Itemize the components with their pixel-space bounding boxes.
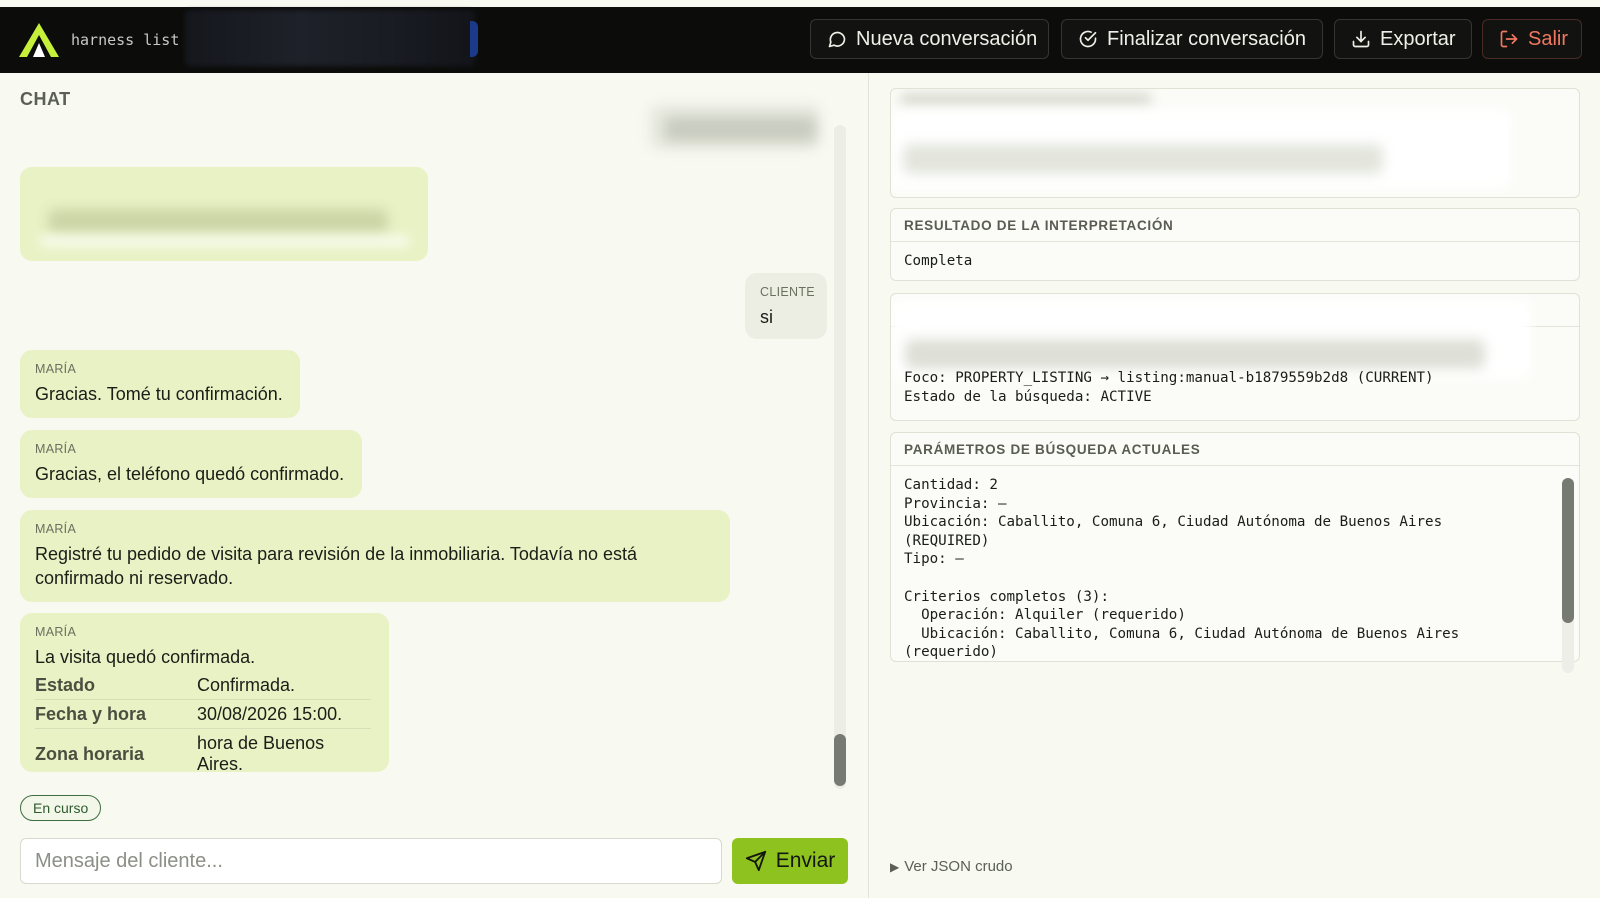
send-icon: [745, 850, 766, 872]
finish-conversation-button[interactable]: Finalizar conversación: [1061, 19, 1323, 59]
interpretation-card: RESULTADO DE LA INTERPRETACIÓN Completa: [890, 208, 1580, 281]
detail-value: hora de Buenos Aires.: [197, 733, 325, 774]
logout-label: Salir: [1528, 27, 1569, 50]
message-sender: MARÍA: [35, 522, 77, 536]
detail-key: Fecha y hora: [35, 699, 197, 729]
interpretation-result: Completa: [904, 253, 973, 269]
param-line: Cantidad: 2: [904, 477, 998, 493]
redacted-area: [185, 10, 475, 66]
param-line: (REQUIRED): [904, 532, 990, 549]
context-card: Foco: PROPERTY_LISTING → listing:manual-…: [890, 293, 1580, 421]
send-button[interactable]: Enviar: [732, 838, 848, 884]
redacted-card-text: [905, 339, 1485, 369]
param-line: [904, 569, 1566, 588]
search-params-body: Cantidad: 2 Provincia: — Ubicación: Caball…: [891, 466, 1579, 661]
download-icon: [1352, 30, 1370, 48]
detail-value: 30/08/2026 15:00.: [197, 699, 371, 729]
redacted-card-title: [901, 93, 1151, 107]
redacted-card-text: [903, 144, 1383, 174]
context-line: Estado de la búsqueda: ACTIVE: [904, 388, 1152, 405]
app-name: harness list: [71, 31, 180, 49]
chat-bubble-icon: [828, 31, 846, 48]
top-bar: harness list Nueva conversación Finaliza…: [0, 7, 1600, 73]
search-params-card: PARÁMETROS DE BÚSQUEDA ACTUALES Cantidad…: [890, 432, 1580, 662]
param-line: Ubicación: Caballito, Comuna 6, Ciudad A…: [904, 625, 1460, 642]
table-row: Estado Confirmada.: [35, 671, 371, 700]
redacted-edge: [470, 21, 478, 57]
chat-title: CHAT: [20, 89, 71, 109]
message-text: La visita quedó confirmada.: [35, 647, 256, 667]
check-circle-icon: [1079, 30, 1097, 48]
agent-message: MARÍA Gracias. Tomé tu confirmación.: [20, 350, 300, 418]
message-sender: MARÍA: [35, 625, 77, 639]
redacted-message-text: [48, 209, 388, 233]
detail-value: Confirmada.: [197, 671, 371, 700]
param-line: Operación: Alquiler (requerido): [904, 607, 1186, 624]
disclosure-triangle-icon: ▶: [890, 860, 900, 874]
chat-scrollbar-thumb[interactable]: [834, 734, 846, 786]
client-message: CLIENTE si: [745, 273, 827, 339]
chat-scrollbar[interactable]: [834, 125, 846, 789]
message-sender: MARÍA: [35, 442, 77, 456]
card-title: PARÁMETROS DE BÚSQUEDA ACTUALES: [891, 433, 1579, 466]
raw-json-label: Ver JSON crudo: [904, 858, 1013, 875]
new-conversation-button[interactable]: Nueva conversación: [810, 19, 1049, 59]
param-line: Tipo: —: [904, 551, 964, 568]
message-text: Registré tu pedido de visita para revisi…: [35, 544, 638, 588]
param-line: Ubicación: Caballito, Comuna 6, Ciudad A…: [904, 514, 1443, 531]
export-button[interactable]: Exportar: [1334, 19, 1472, 59]
redacted-card: [890, 88, 1580, 198]
chat-pane: CHAT CLIENTE si MARÍA Gracias. Tomé tu c…: [0, 73, 868, 898]
message-text: si: [760, 307, 773, 327]
finish-conversation-label: Finalizar conversación: [1107, 27, 1306, 50]
table-row: Fecha y hora 30/08/2026 15:00.: [35, 699, 371, 729]
redacted-message-bubble: [20, 167, 428, 261]
logo-icon: [19, 23, 59, 57]
context-line: Foco: PROPERTY_LISTING → listing:manual-…: [904, 370, 1434, 386]
param-line: (requerido): [904, 644, 998, 661]
send-label: Enviar: [775, 849, 836, 872]
detail-key: Zona horaria: [35, 743, 145, 764]
logout-icon: [1500, 30, 1518, 48]
message-text: Gracias. Tomé tu confirmación.: [35, 384, 283, 404]
agent-message: MARÍA Registré tu pedido de visita para …: [20, 510, 730, 602]
visit-details-table: Estado Confirmada. Fecha y hora 30/08/20…: [35, 671, 371, 778]
agent-message: MARÍA Gracias, el teléfono quedó confirm…: [20, 430, 362, 498]
message-input[interactable]: [20, 838, 722, 884]
message-text: Gracias, el teléfono quedó confirmado.: [35, 464, 345, 484]
table-row: Zona horaria hora de Buenos Aires.: [35, 729, 371, 779]
redacted-message-text: [665, 117, 815, 141]
new-conversation-label: Nueva conversación: [856, 27, 1038, 50]
params-scrollbar-thumb[interactable]: [1562, 478, 1574, 623]
export-label: Exportar: [1380, 27, 1456, 50]
message-sender: CLIENTE: [760, 285, 815, 299]
raw-json-toggle[interactable]: ▶ Ver JSON crudo: [890, 858, 1013, 875]
side-pane: RESULTADO DE LA INTERPRETACIÓN Completa …: [869, 73, 1600, 898]
detail-key: Estado: [35, 671, 197, 700]
agent-message: MARÍA La visita quedó confirmada. Estado…: [20, 613, 389, 774]
message-sender: MARÍA: [35, 362, 77, 376]
context-lines: Foco: PROPERTY_LISTING → listing:manual-…: [891, 369, 1447, 406]
param-line: Criterios completos (3):: [904, 588, 1109, 605]
redacted-message-line: [40, 237, 410, 245]
card-title: RESULTADO DE LA INTERPRETACIÓN: [891, 209, 1579, 242]
param-line: Provincia: —: [904, 495, 1007, 512]
logout-button[interactable]: Salir: [1482, 19, 1582, 59]
status-badge: En curso: [20, 795, 102, 821]
